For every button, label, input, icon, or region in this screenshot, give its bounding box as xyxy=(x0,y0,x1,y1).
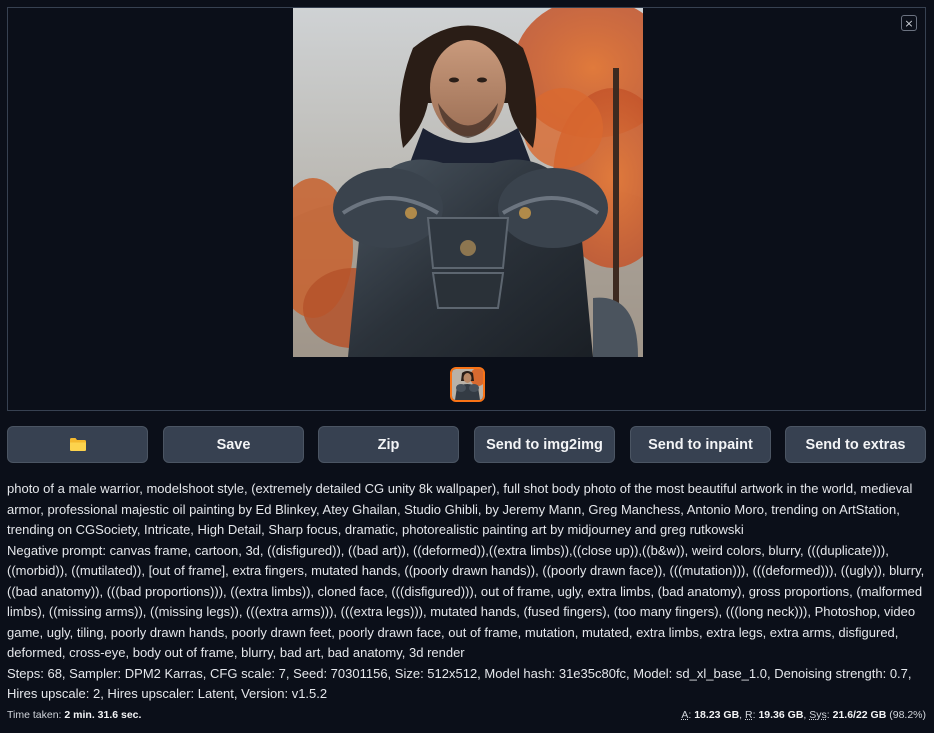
send-to-extras-button[interactable]: Send to extras xyxy=(785,426,926,463)
negative-prompt-text: Negative prompt: canvas frame, cartoon, … xyxy=(7,542,925,661)
time-taken-value: 2 min. 31.6 sec. xyxy=(64,709,142,721)
save-button[interactable]: Save xyxy=(163,426,304,463)
image-gallery: × xyxy=(7,7,926,411)
vram-active-value: 18.23 GB xyxy=(694,709,740,721)
close-icon: × xyxy=(904,16,914,30)
generation-info: photo of a male warrior, modelshoot styl… xyxy=(7,479,927,705)
thumbnail-image xyxy=(452,369,483,400)
vram-reserved-value: 19.36 GB xyxy=(758,709,804,721)
vram-reserved-label: R xyxy=(745,709,753,721)
vram-usage: A: 18.23 GB, R: 19.36 GB, Sys: 21.6/22 G… xyxy=(681,709,926,721)
vram-active-label: A xyxy=(681,709,689,721)
prompt-text: photo of a male warrior, modelshoot styl… xyxy=(7,481,913,537)
vram-system-percent: (98.2%) xyxy=(889,709,926,721)
send-to-img2img-button[interactable]: Send to img2img xyxy=(474,426,615,463)
time-taken-label: Time taken: xyxy=(7,709,62,721)
vram-system-label: Sys xyxy=(809,709,827,721)
zip-button[interactable]: Zip xyxy=(318,426,459,463)
close-gallery-button[interactable]: × xyxy=(901,15,917,31)
open-folder-button[interactable] xyxy=(7,426,148,463)
vram-system-value: 21.6/22 GB xyxy=(832,709,887,721)
warrior-painting xyxy=(293,8,643,357)
folder-icon xyxy=(69,438,86,451)
time-taken: Time taken: 2 min. 31.6 sec. xyxy=(7,709,141,721)
send-to-inpaint-button[interactable]: Send to inpaint xyxy=(630,426,771,463)
generated-image[interactable] xyxy=(293,8,643,357)
generation-parameters: Steps: 68, Sampler: DPM2 Karras, CFG sca… xyxy=(7,665,912,702)
gallery-thumbnail[interactable] xyxy=(450,367,485,402)
